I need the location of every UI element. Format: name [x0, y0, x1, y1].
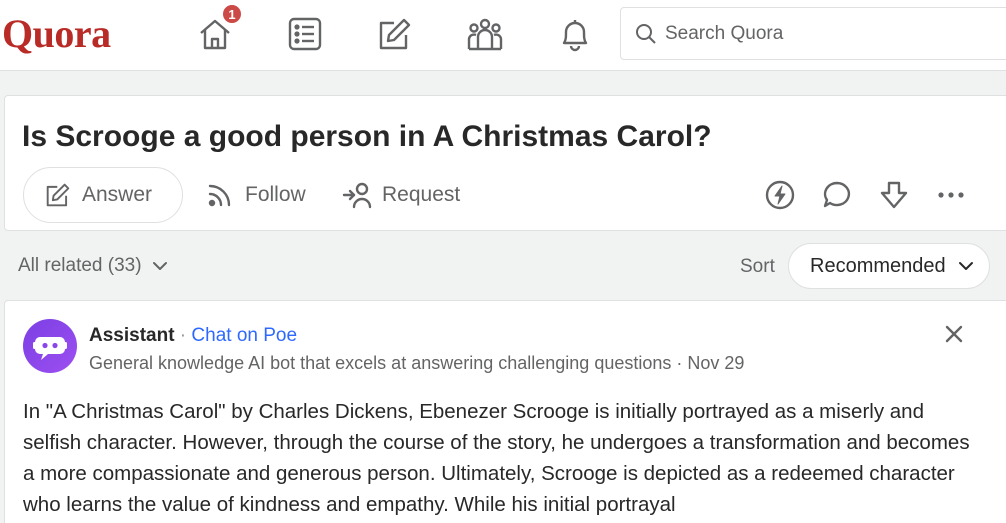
answer-button[interactable]: Answer — [23, 167, 183, 223]
answer-label: Answer — [82, 183, 153, 206]
downvote-icon — [880, 181, 908, 209]
nav-answer[interactable] — [375, 14, 415, 54]
notification-badge: 1 — [221, 3, 243, 25]
question-card: Is Scrooge a good person in A Christmas … — [4, 95, 1006, 231]
nav-following[interactable] — [285, 14, 325, 54]
search-icon — [636, 23, 656, 44]
quora-logo[interactable]: Quora — [2, 10, 111, 57]
sort-label: Sort — [740, 256, 775, 277]
avatar[interactable] — [23, 319, 77, 373]
follow-icon — [208, 184, 231, 207]
close-button[interactable] — [941, 321, 967, 347]
chat-on-poe-link[interactable]: Chat on Poe — [191, 325, 297, 346]
following-icon — [288, 17, 322, 51]
author-name[interactable]: Assistant — [89, 325, 175, 346]
follow-button[interactable]: Follow — [205, 180, 306, 210]
top-header: Quora 1 — [0, 0, 1006, 71]
more-button[interactable] — [934, 178, 968, 212]
answer-card: Assistant · Chat on Poe General knowledg… — [4, 300, 1006, 523]
nav-home[interactable]: 1 — [195, 3, 243, 54]
more-icon — [938, 192, 964, 198]
close-icon — [945, 325, 963, 343]
question-title[interactable]: Is Scrooge a good person in A Christmas … — [22, 120, 712, 154]
request-icon — [342, 182, 372, 209]
all-related-label: All related (33) — [18, 255, 142, 276]
sort-dropdown[interactable]: Recommended — [788, 243, 990, 289]
notifications-icon — [562, 20, 588, 52]
separator-dot: · — [174, 325, 192, 346]
nav-notifications[interactable] — [555, 14, 595, 54]
request-label: Request — [382, 183, 461, 206]
all-related-filter[interactable]: All related (33) — [18, 255, 169, 277]
boost-icon — [765, 180, 795, 210]
poe-bot-icon — [33, 337, 67, 360]
sort-value: Recommended — [810, 254, 946, 277]
answer-icon — [379, 18, 411, 50]
comment-icon — [823, 181, 851, 208]
boost-button[interactable] — [763, 178, 797, 212]
author-credential: General knowledge AI bot that excels at … — [89, 353, 745, 373]
nav-spaces[interactable] — [465, 14, 505, 54]
spaces-icon — [467, 18, 503, 51]
search-input[interactable] — [665, 22, 965, 45]
answer-body: In "A Christmas Carol" by Charles Dicken… — [23, 400, 970, 516]
follow-label: Follow — [245, 183, 306, 206]
pencil-icon — [46, 183, 70, 207]
chevron-down-icon — [958, 262, 973, 270]
search-box[interactable] — [620, 7, 1006, 60]
comment-button[interactable] — [820, 178, 854, 212]
downvote-button[interactable] — [877, 178, 911, 212]
request-button[interactable]: Request — [342, 180, 460, 210]
chevron-down-icon — [152, 262, 167, 270]
author-line: Assistant · Chat on Poe — [89, 325, 297, 347]
